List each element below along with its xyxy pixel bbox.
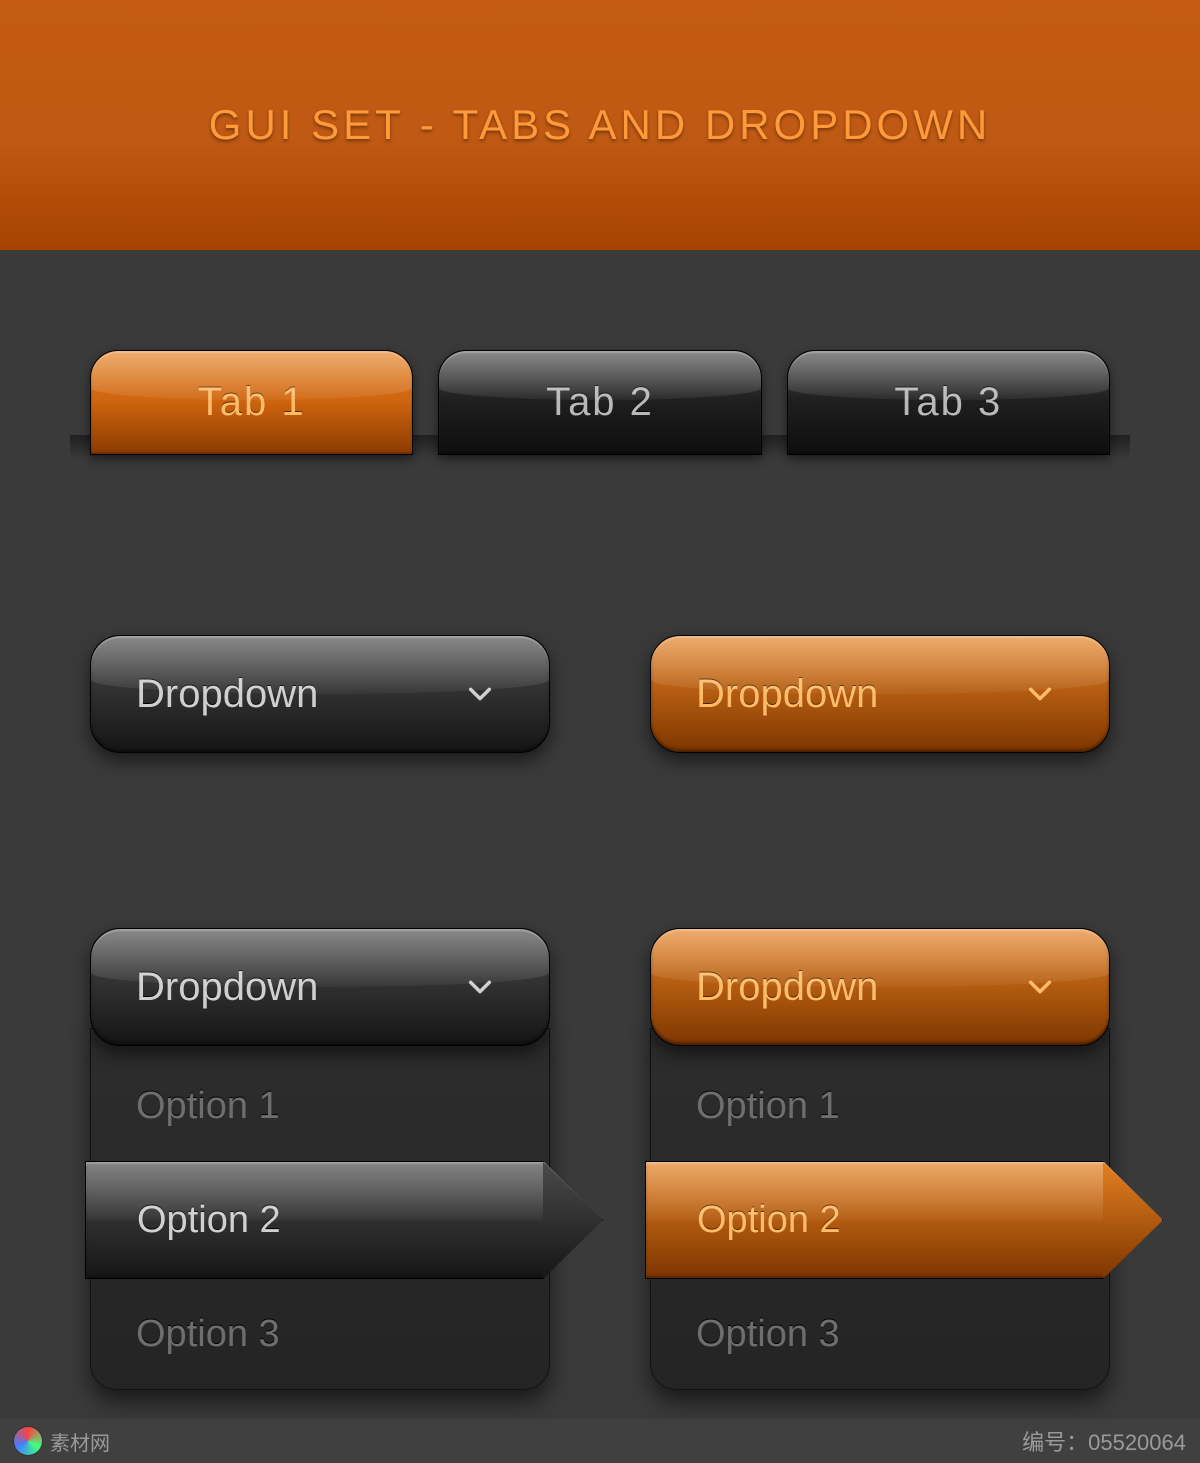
watermark-brand: 素材网 [14, 1427, 110, 1456]
tab-label: Tab 1 [198, 380, 306, 425]
id-label: 编号： [1022, 1430, 1088, 1455]
dropdown-label: Dropdown [136, 965, 318, 1010]
tab-1[interactable]: Tab 1 [90, 350, 413, 455]
dropdown-trigger[interactable]: Dropdown [90, 928, 550, 1046]
id-value: 05520064 [1088, 1430, 1186, 1455]
option-label: Option 1 [696, 1085, 840, 1128]
chevron-down-icon [1026, 973, 1054, 1001]
dropdown-option-selected[interactable]: Option 2 [645, 1161, 1163, 1279]
dropdown-orange-closed[interactable]: Dropdown [650, 635, 1110, 753]
dropdown-orange-open: Dropdown Option 1 Option 2 Option 3 [650, 928, 1110, 1390]
chevron-down-icon [466, 680, 494, 708]
option-label: Option 2 [697, 1199, 841, 1242]
dropdown-trigger[interactable]: Dropdown [650, 928, 1110, 1046]
option-label: Option 2 [137, 1199, 281, 1242]
tab-3[interactable]: Tab 3 [787, 350, 1110, 455]
dropdown-option-selected[interactable]: Option 2 [85, 1161, 603, 1279]
dropdown-label: Dropdown [696, 672, 878, 717]
watermark-id: 编号：05520064 [1022, 1425, 1186, 1457]
chevron-down-icon [466, 973, 494, 1001]
dropdown-dark-open: Dropdown Option 1 Option 2 Option 3 [90, 928, 550, 1390]
dropdown-panel: Option 1 Option 2 Option 3 [90, 1028, 550, 1390]
option-label: Option 3 [696, 1313, 840, 1356]
chevron-down-icon [1026, 680, 1054, 708]
tab-2[interactable]: Tab 2 [438, 350, 761, 455]
dropdown-dark-closed[interactable]: Dropdown [90, 635, 550, 753]
dropdown-label: Dropdown [136, 672, 318, 717]
dropdown-option[interactable]: Option 3 [651, 1279, 1109, 1389]
watermark-bar: 素材网 编号：05520064 [0, 1419, 1200, 1463]
header: GUI SET - TABS AND DROPDOWN [0, 0, 1200, 250]
dropdown-option[interactable]: Option 3 [91, 1279, 549, 1389]
tab-label: Tab 2 [546, 380, 654, 425]
dropdown-option[interactable]: Option 1 [91, 1051, 549, 1161]
tab-label: Tab 3 [894, 380, 1002, 425]
dropdown-panel: Option 1 Option 2 Option 3 [650, 1028, 1110, 1390]
option-label: Option 3 [136, 1313, 280, 1356]
dropdown-option[interactable]: Option 1 [651, 1051, 1109, 1161]
tab-row: Tab 1 Tab 2 Tab 3 [70, 350, 1130, 455]
dropdown-label: Dropdown [696, 965, 878, 1010]
option-label: Option 1 [136, 1085, 280, 1128]
brand-text: 素材网 [50, 1427, 110, 1456]
page-title: GUI SET - TABS AND DROPDOWN [209, 101, 991, 149]
brand-logo-icon [14, 1427, 42, 1455]
